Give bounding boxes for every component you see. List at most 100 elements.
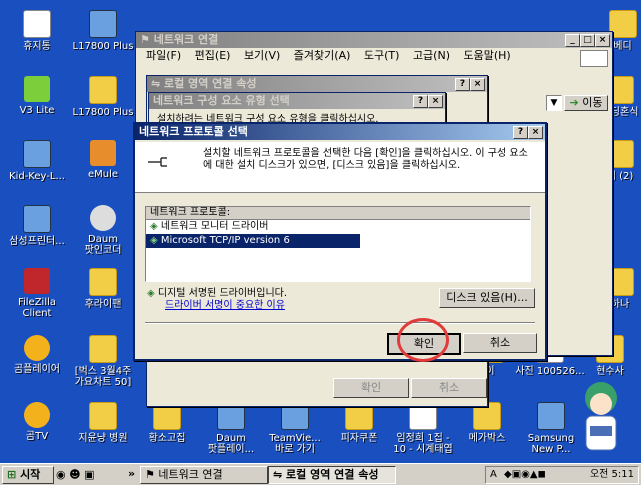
menu-bar: 파일(F) 편집(E) 보기(V) 즐겨찾기(A) 도구(T) 고급(N) 도움… — [136, 48, 612, 63]
desktop-icon-frypan[interactable]: 후라이팬 — [68, 268, 138, 310]
desktop-icon-gom-player[interactable]: 곰플레이어 — [2, 335, 72, 375]
component-type-window: 네트워크 구성 요소 유형 선택 ? × 설치하려는 네트워크 구성 요소 유형… — [148, 92, 446, 125]
quick-launch-chevron[interactable]: » — [128, 467, 135, 480]
network-icon: ⚑ — [140, 33, 154, 46]
minimize-button[interactable]: _ — [565, 34, 580, 47]
help-button[interactable]: ? — [413, 95, 428, 108]
desktop-icon-l17800[interactable]: L17800 Plus — [68, 10, 138, 52]
menu-tools[interactable]: 도구(T) — [364, 49, 400, 62]
protocol-list[interactable]: 네트워크 프로토콜: ◈ 네트워크 모니터 드라이버 ◈ Microsoft T… — [145, 206, 531, 282]
signed-driver-text: 디지털 서명된 드라이버입니다. — [157, 288, 288, 299]
close-button[interactable]: × — [528, 126, 543, 139]
mascot-image — [585, 382, 617, 451]
component-titlebar[interactable]: 네트워크 구성 요소 유형 선택 ? × — [149, 93, 445, 109]
ime-indicator[interactable]: A — [490, 467, 497, 483]
protocol-list-item[interactable]: ◈ 네트워크 모니터 드라이버 — [146, 220, 530, 234]
printer-icon — [23, 205, 51, 233]
maximize-button[interactable]: □ — [580, 34, 595, 47]
desktop-icon-bugs-chart[interactable]: [벅스 3월4주 가요차트 50] — [68, 335, 138, 388]
protocol-icon: ◈ — [150, 235, 158, 246]
protocol-list-header: 네트워크 프로토콜: — [146, 207, 530, 220]
menu-edit[interactable]: 편집(E) — [195, 49, 231, 62]
v3-icon — [24, 76, 50, 102]
desktop-icon-samsung-printer[interactable]: 삼성프린터... — [2, 205, 72, 247]
properties-ok-button[interactable]: 확인 — [333, 378, 409, 398]
protocol-titlebar[interactable]: 네트워크 프로토콜 선택 ? × — [135, 124, 545, 140]
desktop-icon-daum-encoder[interactable]: Daum 팟인코더 — [68, 205, 138, 256]
desktop-icon-song[interactable]: 임정희 1집 - 10 - 시계태엽 — [388, 402, 458, 455]
close-button[interactable]: × — [428, 95, 443, 108]
taskbar-item-properties[interactable]: ⇋ 로컬 영역 연결 속성 — [268, 466, 396, 484]
folder-icon — [89, 268, 117, 296]
folder-icon — [89, 76, 117, 104]
driver-signing-link[interactable]: 드라이버 서명이 중요한 이유 — [165, 300, 285, 311]
menu-advanced[interactable]: 고급(N) — [413, 49, 450, 62]
protocol-cancel-button[interactable]: 취소 — [463, 333, 537, 353]
folder-icon — [89, 402, 117, 430]
protocol-selection-dialog: 네트워크 프로토콜 선택 ? × 설치할 네트워크 프로토콜을 선택한 다음 [… — [133, 122, 547, 361]
desktop-icon-recycle-bin[interactable]: 휴지통 — [2, 10, 72, 52]
connection-icon: ⇋ — [273, 468, 287, 481]
connection-icon: ⇋ — [151, 77, 165, 90]
go-button[interactable]: ➔ 이동 — [564, 95, 608, 111]
protocol-icon: ◈ — [150, 221, 158, 232]
messenger-icon[interactable]: ☻ — [69, 468, 80, 481]
emule-icon — [90, 140, 116, 166]
taskbar: ⊞ 시작 ◉ ☻ ▣ » ⚑ 네트워크 연결 ⇋ 로컬 영역 연결 속성 A ◆… — [0, 463, 641, 485]
system-tray: A ◆▣◉▲◼ 오전 5:11 — [485, 466, 639, 484]
desktop-icon-l17800-2[interactable]: L17800 Plus — [68, 76, 138, 118]
menu-file[interactable]: 파일(F) — [146, 49, 181, 62]
properties-titlebar[interactable]: ⇋ 로컬 영역 연결 속성 ? × — [147, 76, 487, 92]
kid-key-icon[interactable]: ▣ — [84, 468, 94, 481]
gom-tv-icon — [24, 402, 50, 428]
desktop-icon-emule[interactable]: eMule — [68, 140, 138, 180]
close-button[interactable]: × — [595, 34, 610, 47]
menu-favorites[interactable]: 즐겨찾기(A) — [294, 49, 351, 62]
desktop-icon-daum-pot[interactable]: Daum 팟플레이... — [196, 402, 266, 455]
desktop-icon-teamviewer[interactable]: TeamVie... 바로 가기 — [260, 402, 330, 455]
desktop-icon-v3-lite[interactable]: V3 Lite — [2, 76, 72, 116]
go-arrow-icon: ➔ — [569, 96, 579, 109]
protocol-list-item-selected[interactable]: ◈ Microsoft TCP/IP version 6 — [146, 234, 360, 248]
protocol-instruction-text: 설치할 네트워크 프로토콜을 선택한 다음 [확인]을 클릭하십시오. 이 구성… — [203, 148, 528, 171]
dialog-header: 설치할 네트워크 프로토콜을 선택한 다음 [확인]을 클릭하십시오. 이 구성… — [135, 142, 545, 193]
signed-driver-icon: ◈ — [147, 288, 155, 299]
desktop-icon-stubborn[interactable]: 황소고집 — [132, 402, 202, 444]
start-button[interactable]: ⊞ 시작 — [2, 466, 54, 484]
encoder-icon — [90, 205, 116, 231]
address-dropdown-button[interactable]: ▼ — [546, 95, 562, 111]
filezilla-icon — [24, 268, 50, 294]
ie-icon[interactable]: ◉ — [56, 468, 66, 481]
desktop-icon-filezilla[interactable]: FileZilla Client — [2, 268, 72, 319]
signed-driver-area: ◈ 디지털 서명된 드라이버입니다. 드라이버 서명이 중요한 이유 — [147, 288, 287, 312]
taskbar-item-network[interactable]: ⚑ 네트워크 연결 — [140, 466, 268, 484]
dialog-divider — [145, 322, 535, 324]
clock: 오전 5:11 — [589, 469, 634, 480]
tray-icons[interactable]: ◆▣◉▲◼ — [504, 467, 546, 483]
help-button[interactable]: ? — [513, 126, 528, 139]
folder-icon — [89, 335, 117, 363]
have-disk-button[interactable]: 디스크 있음(H)... — [439, 288, 535, 308]
desktop-icon-kid-key[interactable]: Kid-Key-L... — [2, 140, 72, 182]
desktop-icon-pizza[interactable]: 피자쿠폰 — [324, 402, 394, 444]
nps-icon — [537, 402, 565, 430]
desktop-icon-gom-tv[interactable]: 곰TV — [2, 402, 72, 442]
recycle-bin-icon — [23, 10, 51, 38]
network-window-titlebar[interactable]: ⚑ 네트워크 연결 _ □ × — [136, 32, 612, 48]
help-button[interactable]: ? — [455, 78, 470, 91]
key-icon — [23, 140, 51, 168]
gom-player-icon — [24, 335, 50, 361]
annotation-circle — [397, 318, 449, 362]
network-icon: ⚑ — [145, 468, 159, 481]
windows-logo-icon — [580, 50, 608, 67]
quick-launch: ◉ ☻ ▣ — [56, 468, 94, 481]
menu-help[interactable]: 도움말(H) — [464, 49, 511, 62]
network-cable-icon — [148, 157, 167, 167]
menu-view[interactable]: 보기(V) — [244, 49, 280, 62]
properties-cancel-button[interactable]: 취소 — [411, 378, 487, 398]
close-button[interactable]: × — [470, 78, 485, 91]
windows-flag-icon: ⊞ — [7, 468, 17, 481]
app-icon — [89, 10, 117, 38]
desktop-icon-hospital[interactable]: 지윤냥 병원 — [68, 402, 138, 444]
desktop-icon-megabox[interactable]: 메가박스 — [452, 402, 522, 444]
